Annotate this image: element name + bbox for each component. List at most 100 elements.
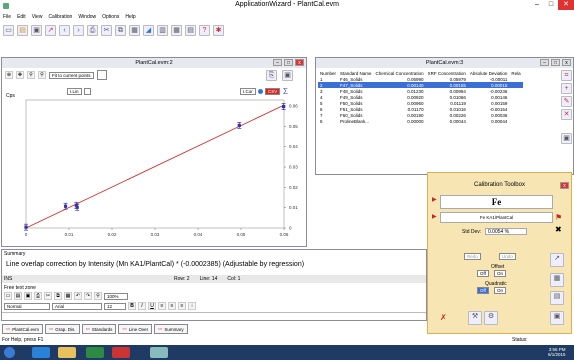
font-select[interactable]: Arial xyxy=(52,302,102,310)
line-nav-icon[interactable]: ▶ xyxy=(432,213,437,220)
app3-taskbar-icon[interactable] xyxy=(150,347,168,358)
grid-icon[interactable]: ▦ xyxy=(171,24,182,36)
minimize-button[interactable]: – xyxy=(531,0,543,10)
ilin-button[interactable]: I.Lin xyxy=(67,88,82,95)
tab-standards[interactable]: ▭ Standards xyxy=(81,324,117,334)
toolbox-close-button[interactable]: x xyxy=(560,182,569,189)
tool-x-icon[interactable]: ✖ xyxy=(555,225,562,234)
undo-button[interactable]: Undo xyxy=(499,253,516,260)
align-right-icon[interactable]: ≡ xyxy=(178,302,186,310)
cut-icon[interactable]: ✂ xyxy=(101,24,112,36)
rtf-cut-icon[interactable]: ✂ xyxy=(44,292,52,300)
tab-summary[interactable]: ▭ Summary xyxy=(154,324,188,334)
toolbox-tool2-icon[interactable]: ⚙ xyxy=(484,311,498,325)
element-select[interactable]: Fe xyxy=(440,195,553,209)
col-number[interactable]: Number xyxy=(318,70,338,76)
calc-icon[interactable]: ▤ xyxy=(185,24,196,36)
info-icon[interactable]: ✱ xyxy=(213,24,224,36)
table-row[interactable]: 3 F48_Solids 0.01230 0.00994 -0.00236 xyxy=(318,88,523,94)
sigma-icon[interactable]: Σ xyxy=(283,87,288,96)
maximize-button[interactable]: □ xyxy=(545,0,557,10)
pin-icon[interactable]: ⚲ xyxy=(27,71,35,79)
rtf-find-icon[interactable]: ⚲ xyxy=(94,292,102,300)
ie-taskbar-icon[interactable] xyxy=(32,347,50,358)
chart-close-button[interactable]: x xyxy=(295,59,304,66)
help-icon[interactable]: ? xyxy=(199,24,210,36)
explorer-taskbar-icon[interactable] xyxy=(58,347,76,358)
table-delete-icon[interactable]: ✕ xyxy=(561,109,572,120)
toolbox-list-icon[interactable]: ▤ xyxy=(550,291,564,305)
table-icon[interactable]: ▥ xyxy=(157,24,168,36)
col-standard-name[interactable]: Standard Name xyxy=(338,70,374,76)
tool-flag-icon[interactable]: ⚑ xyxy=(555,213,562,222)
table-row[interactable]: 8 ProlineBlank... 0.00000 0.00044 0.00044 xyxy=(318,118,523,124)
table-save-icon[interactable]: ▣ xyxy=(561,133,572,144)
copy-icon[interactable]: ⧉ xyxy=(115,24,126,36)
paste-icon[interactable]: ▦ xyxy=(129,24,140,36)
toolbox-remove-icon[interactable]: ✗ xyxy=(440,313,447,322)
table-close-button[interactable]: x xyxy=(562,59,571,66)
col-rel[interactable]: Rela xyxy=(509,70,522,76)
menu-file[interactable]: File xyxy=(3,14,11,20)
fit-checkbox[interactable] xyxy=(96,70,107,80)
menu-edit[interactable]: Edit xyxy=(17,14,26,20)
rtf-undo-icon[interactable]: ↶ xyxy=(74,292,82,300)
open-icon[interactable]: ▤ xyxy=(17,24,28,36)
line-select[interactable]: Fe KA1/PlantCal xyxy=(440,212,553,223)
rtf-redo-icon[interactable]: ↷ xyxy=(84,292,92,300)
tab-line-over[interactable]: ▭ Line Over xyxy=(118,324,153,334)
pin2-icon[interactable]: ⚲ xyxy=(38,71,46,79)
app2-taskbar-icon[interactable] xyxy=(112,347,130,358)
close-button[interactable]: ✕ xyxy=(558,0,574,10)
toolbox-export-icon[interactable]: ▣ xyxy=(550,311,564,325)
underline-icon[interactable]: U xyxy=(148,302,156,310)
italic-icon[interactable]: I xyxy=(138,302,146,310)
free-text-area[interactable] xyxy=(2,312,426,320)
fit-current-points-button[interactable]: Fit to current points xyxy=(49,71,94,79)
redo-icon[interactable]: › xyxy=(73,24,84,36)
menu-window[interactable]: Window xyxy=(78,14,96,20)
zoom-icon[interactable]: ⊕ xyxy=(5,71,13,79)
table-row[interactable]: 6 F51_Solids 0.01170 0.01016 -0.00154 xyxy=(318,106,523,112)
bullets-icon[interactable]: ⁝ xyxy=(188,302,196,310)
undo-icon[interactable]: ‹ xyxy=(59,24,70,36)
table-row[interactable]: 1 F46_Solids 0.05990 0.05979 -0.00011 xyxy=(318,76,523,82)
quadratic-on-button[interactable]: On xyxy=(494,287,507,294)
table-filter-icon[interactable]: ⌗ xyxy=(561,70,572,81)
element-nav-icon[interactable]: ▶ xyxy=(432,196,437,203)
table-row[interactable]: 7 F60_Solids 0.00190 0.00226 0.00036 xyxy=(318,112,523,118)
rtf-open-icon[interactable]: ▤ xyxy=(14,292,22,300)
rtf-new-icon[interactable]: ▭ xyxy=(4,292,12,300)
zoom-select[interactable]: 100% xyxy=(104,292,128,300)
app-taskbar-icon[interactable] xyxy=(86,347,104,358)
new-icon[interactable]: ▭ xyxy=(3,24,14,36)
csv-button[interactable]: CSV xyxy=(265,88,281,95)
tab-graph[interactable]: ▭ Grap. Dis. xyxy=(45,324,80,334)
plot-icon[interactable]: ↗ xyxy=(45,24,56,36)
toolbox-chart-icon[interactable]: ▦ xyxy=(550,273,564,287)
table-row[interactable]: 5 F50_Solids 0.00960 0.01119 0.00159 xyxy=(318,100,523,106)
toolbox-tool1-icon[interactable]: ⚒ xyxy=(468,311,482,325)
redo-button[interactable]: Redo xyxy=(464,253,481,260)
offset-on-button[interactable]: On xyxy=(494,270,507,277)
rtf-save-icon[interactable]: ▣ xyxy=(24,292,32,300)
menu-calibration[interactable]: Calibration xyxy=(48,14,72,20)
export-icon[interactable]: ⎘ xyxy=(266,70,277,81)
menu-options[interactable]: Options xyxy=(102,14,119,20)
chart-minimize-button[interactable]: – xyxy=(273,59,282,66)
offset-off-button[interactable]: Off xyxy=(477,270,489,277)
table-edit-icon[interactable]: ✎ xyxy=(561,96,572,107)
tab-plantcal[interactable]: ▭ PlantCal.evm xyxy=(2,324,44,334)
chart-maximize-button[interactable]: □ xyxy=(284,59,293,66)
align-left-icon[interactable]: ≡ xyxy=(158,302,166,310)
quadratic-off-button[interactable]: Off xyxy=(477,287,489,294)
pan-icon[interactable]: ✥ xyxy=(16,71,24,79)
toolbox-plot-icon[interactable]: ↗ xyxy=(550,253,564,267)
rtf-copy-icon[interactable]: ⧉ xyxy=(54,292,62,300)
table-add-icon[interactable]: + xyxy=(561,83,572,94)
save-chart-icon[interactable]: ▣ xyxy=(282,70,293,81)
table-maximize-button[interactable]: □ xyxy=(551,59,560,66)
rtf-print-icon[interactable]: ⎙ xyxy=(34,292,42,300)
graph-icon[interactable]: ◢ xyxy=(143,24,154,36)
menu-help[interactable]: Help xyxy=(125,14,135,20)
